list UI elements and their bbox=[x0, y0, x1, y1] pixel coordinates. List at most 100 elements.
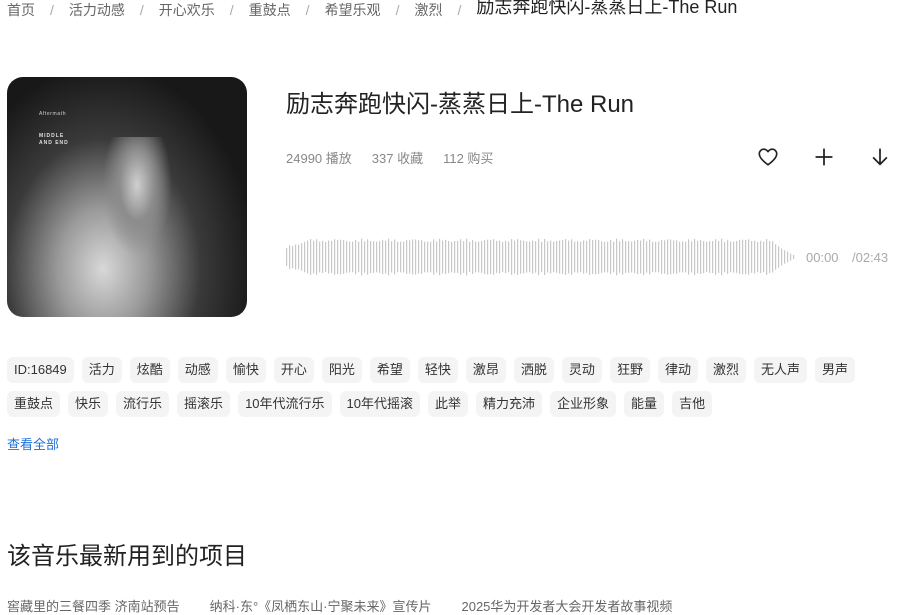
waveform-bar bbox=[613, 241, 615, 273]
breadcrumb-item-energetic[interactable]: 活力动感 bbox=[69, 0, 125, 20]
waveform-bar bbox=[736, 241, 738, 273]
waveform-bar bbox=[565, 239, 567, 275]
tag-item[interactable]: 希望 bbox=[369, 357, 410, 383]
tag-item[interactable]: 企业形象 bbox=[550, 391, 617, 417]
download-button[interactable] bbox=[866, 144, 894, 170]
download-icon bbox=[872, 148, 888, 166]
waveform-bar bbox=[529, 241, 531, 273]
tag-item[interactable]: 吉他 bbox=[672, 391, 713, 417]
waveform-bar bbox=[349, 241, 351, 273]
breadcrumb: 首页 / 活力动感 / 开心欢乐 / 重鼓点 / 希望乐观 / 激烈 / 励志奔… bbox=[7, 0, 737, 20]
waveform-bar bbox=[301, 243, 303, 271]
id-tag[interactable]: ID:16849 bbox=[7, 357, 74, 383]
waveform-bar bbox=[592, 240, 594, 274]
add-to-list-button[interactable] bbox=[810, 144, 838, 170]
waveform-bar bbox=[757, 241, 759, 273]
waveform-bar bbox=[766, 239, 768, 275]
tag-item[interactable]: 律动 bbox=[657, 357, 698, 383]
tag-item[interactable]: 灵动 bbox=[561, 357, 602, 383]
waveform-bar bbox=[751, 241, 753, 273]
breadcrumb-separator: / bbox=[50, 2, 54, 18]
favorite-button[interactable] bbox=[754, 144, 782, 170]
waveform-bar bbox=[289, 245, 291, 269]
tag-item[interactable]: 激烈 bbox=[705, 357, 746, 383]
waveform-bar bbox=[568, 240, 570, 274]
tag-item[interactable]: 轻快 bbox=[417, 357, 458, 383]
waveform-bar bbox=[781, 248, 783, 266]
tag-item[interactable]: 10年代摇滚 bbox=[339, 391, 420, 417]
tag-item[interactable]: 开心 bbox=[273, 357, 314, 383]
waveform-bar bbox=[394, 239, 396, 275]
waveform-bar bbox=[355, 239, 357, 275]
breadcrumb-item-home[interactable]: 首页 bbox=[7, 0, 35, 20]
waveform-bar bbox=[679, 241, 681, 273]
waveform-bar bbox=[472, 240, 474, 274]
breadcrumb-item-hopeful[interactable]: 希望乐观 bbox=[325, 0, 381, 20]
waveform-bar bbox=[343, 240, 345, 274]
waveform-bar bbox=[667, 239, 669, 275]
waveform-bar bbox=[739, 239, 741, 275]
waveform-bar bbox=[532, 240, 534, 274]
waveform-bar bbox=[286, 248, 288, 266]
project-item[interactable]: 纳科·东°《凤栖东山·宁聚未来》宣传片 bbox=[210, 596, 432, 615]
view-all-link[interactable]: 查看全部 bbox=[7, 434, 59, 453]
song-title: 励志奔跑快闪-蒸蒸日上-The Run bbox=[286, 91, 635, 118]
tag-item[interactable]: 重鼓点 bbox=[7, 391, 61, 417]
tag-item[interactable]: 狂野 bbox=[609, 357, 650, 383]
waveform-bar bbox=[682, 241, 684, 273]
waveform-bar bbox=[484, 240, 486, 275]
cover-text-artist: Aftermath bbox=[39, 111, 67, 117]
waveform-bar bbox=[427, 241, 429, 273]
tag-item[interactable]: 动感 bbox=[177, 357, 218, 383]
waveform-bar bbox=[787, 251, 789, 263]
tag-item[interactable]: 男声 bbox=[815, 357, 856, 383]
tag-item[interactable]: 流行乐 bbox=[116, 391, 170, 417]
tag-item[interactable]: 愉快 bbox=[225, 357, 266, 383]
waveform-bar bbox=[538, 238, 540, 276]
breadcrumb-item-heavy-drum[interactable]: 重鼓点 bbox=[249, 0, 291, 20]
waveform-bar bbox=[784, 250, 786, 264]
waveform-bar bbox=[562, 240, 564, 274]
project-item[interactable]: 2025华为开发者大会开发者故事视频 bbox=[461, 596, 672, 615]
waveform-bar bbox=[673, 240, 675, 274]
tag-item[interactable]: 激昂 bbox=[465, 357, 506, 383]
waveform-bar bbox=[655, 241, 657, 273]
waveform-bar bbox=[502, 241, 504, 273]
tag-item[interactable]: 炫酷 bbox=[129, 357, 170, 383]
waveform-bar bbox=[487, 239, 489, 275]
waveform-bar bbox=[580, 241, 582, 273]
tag-item[interactable]: 此举 bbox=[428, 391, 469, 417]
tag-item[interactable]: 摇滚乐 bbox=[177, 391, 231, 417]
project-item[interactable]: 窖藏里的三餐四季 济南站预告 bbox=[7, 596, 180, 615]
waveform-bar bbox=[733, 241, 735, 273]
breadcrumb-separator: / bbox=[229, 2, 234, 18]
tag-list: ID:16849 活力 炫酷 动感 愉快 开心 阳光 希望 轻快 激昂 洒脱 灵动 狂野 律动 激烈 无人声男… bbox=[7, 357, 897, 417]
tag-item[interactable]: 精力充沛 bbox=[476, 391, 543, 417]
cover-text-album-line1: MIDDLE bbox=[39, 133, 65, 139]
tag-item[interactable]: 活力 bbox=[81, 357, 122, 383]
tag-item[interactable]: 洒脱 bbox=[513, 357, 554, 383]
waveform-bar bbox=[778, 246, 780, 268]
waveform-bar bbox=[688, 239, 690, 275]
waveform-bar bbox=[445, 239, 447, 275]
section-title: 该音乐最新用到的项目 bbox=[7, 543, 247, 570]
waveform-bar bbox=[721, 238, 723, 276]
tag-item[interactable]: 快乐 bbox=[68, 391, 109, 417]
waveform-bar bbox=[583, 240, 585, 274]
waveform-bar bbox=[346, 241, 348, 273]
tag-item[interactable]: 10年代流行乐 bbox=[238, 391, 332, 417]
tag-item[interactable]: 能量 bbox=[624, 391, 665, 417]
waveform-bar bbox=[763, 241, 765, 273]
breadcrumb-item-intense[interactable]: 激烈 bbox=[414, 0, 442, 20]
audio-waveform[interactable] bbox=[286, 236, 796, 278]
waveform-bar bbox=[742, 239, 744, 275]
waveform-bar bbox=[385, 240, 387, 274]
waveform-bar bbox=[475, 241, 477, 273]
waveform-bar bbox=[790, 253, 792, 261]
tag-item[interactable]: 阳光 bbox=[321, 357, 362, 383]
tag-item[interactable]: 无人声 bbox=[753, 357, 807, 383]
waveform-bar bbox=[691, 241, 693, 273]
waveform-bar bbox=[409, 240, 411, 274]
waveform-bar bbox=[556, 241, 558, 273]
breadcrumb-item-happy[interactable]: 开心欢乐 bbox=[159, 0, 215, 20]
